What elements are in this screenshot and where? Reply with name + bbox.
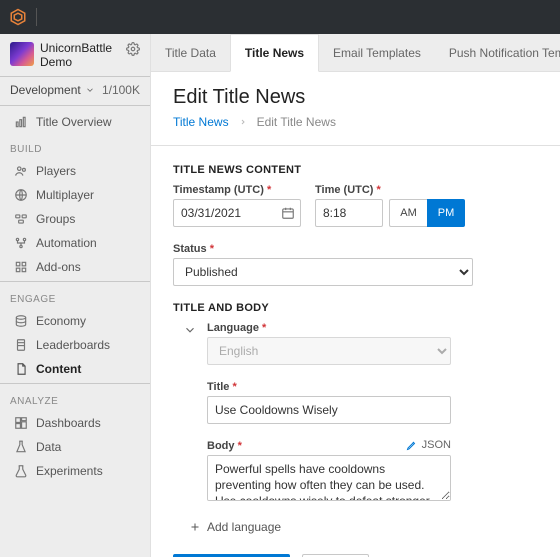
sidebar: UnicornBattle Demo Development 1/100K Ti… [0,34,151,557]
sidebar-item-label: Multiplayer [36,188,94,202]
multiplayer-icon [14,188,28,202]
project-icon [10,42,34,66]
language-label: Language * [207,322,538,334]
sidebar-item-label: Content [36,362,81,376]
leaderboards-icon [14,338,28,352]
players-icon [14,164,28,178]
timestamp-input[interactable] [173,199,301,227]
sidebar-item-content[interactable]: Content [0,357,150,381]
sidebar-item-label: Experiments [36,464,103,478]
data-icon [14,440,28,454]
body-textarea[interactable]: Powerful spells have cooldowns preventin… [207,455,451,501]
status-select[interactable]: Published [173,258,473,286]
body-label: Body * [207,440,538,452]
section-label-analyze: ANALYZE [0,386,150,411]
section-title-and-body: TITLE AND BODY [173,302,538,314]
section-label-build: BUILD [0,134,150,159]
environment-selector[interactable]: Development [10,83,95,97]
json-edit-toggle[interactable]: JSON [406,439,451,451]
groups-icon [14,212,28,226]
sidebar-item-label: Economy [36,314,86,328]
automation-icon [14,236,28,250]
title-input[interactable] [207,396,451,424]
brand-logo[interactable] [8,7,28,27]
time-label: Time (UTC) * [315,184,465,196]
addons-icon [14,260,28,274]
environment-label: Development [10,83,81,97]
sidebar-item-label: Automation [36,236,97,250]
experiments-icon [14,464,28,478]
section-label-engage: ENGAGE [0,284,150,309]
sidebar-item-players[interactable]: Players [0,159,150,183]
breadcrumb-root[interactable]: Title News [173,115,229,129]
chevron-down-icon[interactable] [183,323,197,337]
sidebar-item-label: Dashboards [36,416,101,430]
plus-icon [189,521,201,533]
tab-email-templates[interactable]: Email Templates [319,34,435,71]
sidebar-item-dashboards[interactable]: Dashboards [0,411,150,435]
sidebar-item-addons[interactable]: Add-ons [0,255,150,279]
tab-title-data[interactable]: Title Data [151,34,230,71]
time-input[interactable] [315,199,383,227]
add-language-button[interactable]: Add language [189,520,538,534]
sidebar-item-economy[interactable]: Economy [0,309,150,333]
pm-button[interactable]: PM [427,199,465,227]
sidebar-item-label: Groups [36,212,75,226]
tab-bar: Title Data Title News Email Templates Pu… [151,34,560,72]
breadcrumb-leaf: Edit Title News [257,115,336,129]
sidebar-item-groups[interactable]: Groups [0,207,150,231]
sidebar-item-label: Add-ons [36,260,81,274]
language-select[interactable]: English [207,337,451,365]
chevron-down-icon [85,85,95,95]
usage-counter: 1/100K [102,83,140,97]
content-icon [14,362,28,376]
project-name: UnicornBattle Demo [40,42,120,70]
status-label: Status * [173,243,538,255]
section-title-news-content: TITLE NEWS CONTENT [173,164,538,176]
am-button[interactable]: AM [389,199,427,227]
sidebar-item-label: Data [36,440,61,454]
sidebar-item-title-overview[interactable]: Title Overview [0,110,150,134]
sidebar-item-label: Leaderboards [36,338,110,352]
tab-title-news[interactable]: Title News [230,34,319,72]
page-title: Edit Title News [173,86,538,109]
gear-icon[interactable] [126,42,140,56]
breadcrumb: Title News Edit Title News [173,115,538,129]
timestamp-label: Timestamp (UTC) * [173,184,301,196]
tab-push-notification-templates[interactable]: Push Notification Templates [435,34,560,71]
dashboards-icon [14,416,28,430]
sidebar-item-label: Players [36,164,76,178]
sidebar-item-experiments[interactable]: Experiments [0,459,150,483]
sidebar-item-leaderboards[interactable]: Leaderboards [0,333,150,357]
sidebar-item-label: Title Overview [36,115,112,129]
sidebar-item-automation[interactable]: Automation [0,231,150,255]
sidebar-item-multiplayer[interactable]: Multiplayer [0,183,150,207]
sidebar-item-data[interactable]: Data [0,435,150,459]
title-label: Title * [207,381,538,393]
pencil-icon [406,439,418,451]
chart-bar-icon [14,115,28,129]
topbar-divider [36,8,37,26]
economy-icon [14,314,28,328]
chevron-right-icon [239,118,247,126]
